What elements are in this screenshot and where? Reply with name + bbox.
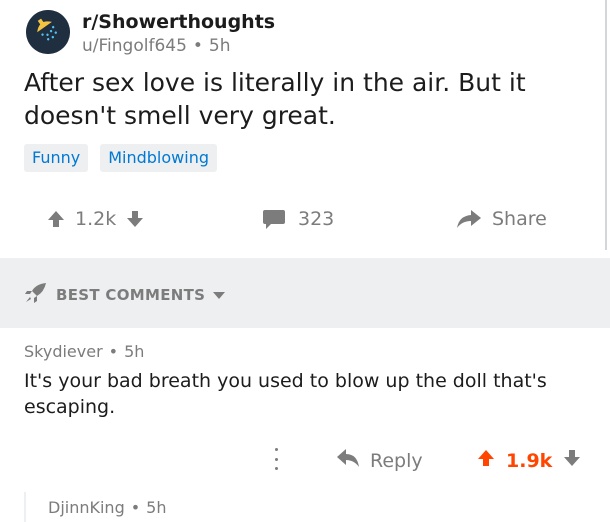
post-title[interactable]: After sex love is literally in the air. … xyxy=(24,66,584,132)
rocket-icon xyxy=(24,282,48,308)
share-label: Share xyxy=(492,208,547,230)
arrow-up-icon[interactable] xyxy=(476,448,496,473)
share-arrow-icon xyxy=(456,208,482,230)
comment-age: 5h xyxy=(124,342,145,361)
flair-mindblowing[interactable]: Mindblowing xyxy=(100,144,217,172)
sort-dropdown[interactable]: BEST COMMENTS xyxy=(24,282,226,308)
reply-label: Reply xyxy=(370,449,423,472)
comment-actions: Reply 1.9k xyxy=(0,440,610,480)
child-comment: DjinnKing • 5h xyxy=(24,492,596,522)
reply-button[interactable]: Reply xyxy=(336,448,423,473)
comment-count: 323 xyxy=(298,208,335,230)
reply-arrow-icon xyxy=(336,448,360,473)
comments-button[interactable]: 323 xyxy=(262,208,334,230)
post-action-bar: 1.2k 323 Share xyxy=(0,200,600,244)
scrollbar[interactable] xyxy=(605,0,607,250)
child-comment-byline: DjinnKing • 5h xyxy=(48,498,167,517)
comment-byline: Skydiever • 5h xyxy=(24,342,594,362)
comment-age: 5h xyxy=(146,498,167,517)
comment-vote-control: 1.9k xyxy=(476,448,582,473)
flair-list: Funny Mindblowing xyxy=(24,144,217,172)
arrow-down-icon[interactable] xyxy=(562,448,582,473)
post-author[interactable]: u/Fingolf645 xyxy=(82,36,187,56)
arrow-down-icon[interactable] xyxy=(125,209,145,229)
subreddit-name[interactable]: r/Showerthoughts xyxy=(82,11,275,33)
comment-author[interactable]: DjinnKing xyxy=(48,498,125,517)
chevron-down-icon xyxy=(213,286,226,304)
sort-label: BEST COMMENTS xyxy=(56,286,206,304)
comment-score: 1.9k xyxy=(506,449,553,472)
flair-funny[interactable]: Funny xyxy=(24,144,89,172)
comment-author[interactable]: Skydiever xyxy=(24,342,103,361)
arrow-up-icon[interactable] xyxy=(46,209,66,229)
separator-dot: • xyxy=(130,498,141,517)
more-vertical-icon[interactable] xyxy=(270,448,282,470)
shower-head-icon[interactable] xyxy=(26,10,70,54)
separator-dot: • xyxy=(108,342,119,361)
post-header: r/Showerthoughts u/Fingolf645 • 5h xyxy=(26,10,275,57)
separator-dot: • xyxy=(192,36,203,56)
post-age: 5h xyxy=(208,36,231,56)
comment-body: It's your bad breath you used to blow up… xyxy=(24,370,547,418)
vote-score: 1.2k xyxy=(75,208,117,230)
comment: Skydiever • 5h It's your bad breath you us… xyxy=(24,342,594,420)
post-byline: u/Fingolf645 • 5h xyxy=(82,35,275,57)
share-button[interactable]: Share xyxy=(456,208,547,230)
vote-control: 1.2k xyxy=(46,208,145,230)
comment-bubble-icon xyxy=(262,208,286,230)
comments-header: BEST COMMENTS xyxy=(0,258,610,328)
